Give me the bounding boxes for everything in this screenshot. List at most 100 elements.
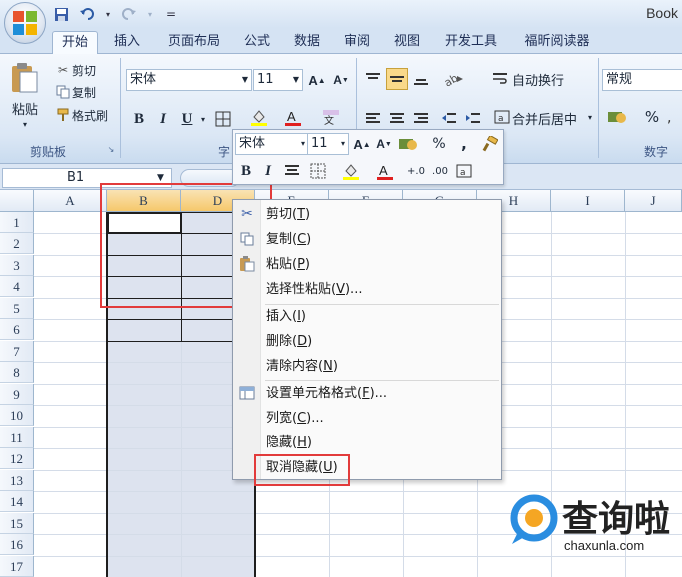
align-middle-icon[interactable] <box>386 68 408 90</box>
align-top-icon[interactable] <box>362 68 384 90</box>
wrap-text-button[interactable]: 自动换行 <box>512 70 564 89</box>
tab-formulas[interactable]: 公式 <box>236 31 278 54</box>
format-painter-button[interactable]: 格式刷 <box>72 106 108 124</box>
percent-button[interactable]: % <box>644 108 660 126</box>
align-right-icon[interactable] <box>410 108 432 130</box>
row-header[interactable]: 6 <box>0 319 34 340</box>
fill-color-icon[interactable] <box>337 160 365 182</box>
align-left-icon[interactable] <box>362 108 384 130</box>
copy-button[interactable]: 复制 <box>72 83 96 101</box>
menu-item-delete[interactable]: 删除(D) <box>266 331 312 353</box>
decrease-decimal-icon[interactable]: .00 <box>429 160 451 182</box>
row-header[interactable]: 8 <box>0 362 34 383</box>
italic-button[interactable]: I <box>152 108 174 130</box>
row-header[interactable]: 7 <box>0 341 34 362</box>
paste-dropdown-icon[interactable]: ▾ <box>16 118 34 130</box>
number-format-combo[interactable]: 常规 <box>602 69 682 91</box>
font-name-combo[interactable]: 宋体 ▼ <box>126 69 252 91</box>
tab-page-layout[interactable]: 页面布局 <box>158 31 230 54</box>
increase-indent-icon[interactable] <box>462 108 484 130</box>
borders-icon[interactable] <box>212 108 234 130</box>
wrap-text-icon[interactable] <box>490 70 510 88</box>
row-header[interactable]: 2 <box>0 233 34 254</box>
font-size-combo[interactable]: 11 ▼ <box>253 69 303 91</box>
merge-dropdown-icon[interactable]: ▾ <box>586 110 594 124</box>
borders-icon[interactable] <box>305 160 331 182</box>
decrease-indent-icon[interactable] <box>438 108 460 130</box>
font-color-icon[interactable]: A <box>371 160 399 182</box>
merge-center-icon[interactable]: a <box>492 108 512 126</box>
cut-button[interactable]: 剪切 <box>72 61 96 79</box>
accounting-format-icon[interactable] <box>604 106 630 128</box>
center-align-icon[interactable] <box>281 160 303 182</box>
menu-item-cut[interactable]: 剪切(T) <box>266 204 310 226</box>
column-header[interactable]: A <box>34 190 107 212</box>
clipboard-launcher-icon[interactable]: ↘ <box>106 143 116 155</box>
row-header[interactable]: 9 <box>0 384 34 405</box>
tab-foxit-reader[interactable]: 福昕阅读器 <box>514 31 600 54</box>
menu-item-format-cells[interactable]: 设置单元格格式(F)... <box>266 383 387 405</box>
paste-button[interactable]: 粘贴 <box>6 99 44 118</box>
align-bottom-icon[interactable] <box>410 68 432 90</box>
shrink-font-icon[interactable]: A ▼ <box>373 133 395 155</box>
cut-icon[interactable]: ✂ <box>54 61 72 79</box>
menu-item-clear-contents[interactable]: 清除内容(N) <box>266 356 338 378</box>
accounting-format-icon[interactable] <box>395 133 421 155</box>
tab-review[interactable]: 审阅 <box>336 31 378 54</box>
row-header[interactable]: 3 <box>0 255 34 276</box>
select-all-corner[interactable] <box>0 190 34 212</box>
format-painter-icon[interactable] <box>54 106 72 124</box>
tab-insert[interactable]: 插入 <box>106 31 148 54</box>
tab-developer[interactable]: 开发工具 <box>436 31 506 54</box>
font-color-icon[interactable]: A <box>282 106 304 128</box>
customize-qat-icon[interactable]: = <box>162 5 180 23</box>
row-header[interactable]: 1 <box>0 212 34 233</box>
underline-dropdown-icon[interactable]: ▾ <box>199 112 207 126</box>
row-header[interactable]: 12 <box>0 448 34 469</box>
mini-italic-button[interactable]: I <box>257 160 279 182</box>
mini-font-size-combo[interactable]: 11 ▾ <box>307 133 349 155</box>
row-header[interactable]: 17 <box>0 556 34 577</box>
save-icon[interactable] <box>52 5 70 23</box>
mini-comma-button[interactable]: , <box>457 133 471 155</box>
bold-button[interactable]: B <box>128 108 150 130</box>
tab-data[interactable]: 数据 <box>286 31 328 54</box>
row-header[interactable]: 16 <box>0 534 34 555</box>
undo-icon[interactable] <box>78 5 96 23</box>
orientation-icon[interactable]: ab <box>440 68 468 90</box>
fill-color-icon[interactable] <box>248 106 270 128</box>
column-header[interactable]: J <box>625 190 682 212</box>
column-header[interactable]: I <box>551 190 625 212</box>
merge-center-icon[interactable]: a <box>453 160 475 182</box>
copy-icon[interactable] <box>54 83 72 101</box>
redo-icon[interactable] <box>120 5 138 23</box>
mini-bold-button[interactable]: B <box>235 160 257 182</box>
menu-item-paste[interactable]: 粘贴(P) <box>266 254 310 276</box>
paste-icon[interactable] <box>6 60 42 96</box>
row-header[interactable]: 10 <box>0 405 34 426</box>
row-header[interactable]: 15 <box>0 513 34 534</box>
grow-font-icon[interactable]: A ▲ <box>306 69 328 91</box>
menu-item-insert[interactable]: 插入(I) <box>266 306 306 328</box>
row-header[interactable]: 4 <box>0 276 34 297</box>
menu-item-copy[interactable]: 复制(C) <box>266 229 311 251</box>
undo-dropdown-icon[interactable]: ▾ <box>104 5 112 23</box>
align-center-icon[interactable] <box>386 108 408 130</box>
menu-item-paste-special[interactable]: 选择性粘贴(V)... <box>266 279 362 301</box>
menu-item-column-width[interactable]: 列宽(C)... <box>266 408 324 430</box>
increase-decimal-icon[interactable]: +.0 <box>405 160 427 182</box>
row-header[interactable]: 13 <box>0 470 34 491</box>
row-header[interactable]: 11 <box>0 427 34 448</box>
menu-item-hide[interactable]: 隐藏(H) <box>266 432 312 454</box>
merge-center-button[interactable]: 合并后居中 <box>512 109 577 128</box>
phonetic-icon[interactable]: 文 <box>318 106 346 128</box>
grow-font-icon[interactable]: A ▲ <box>351 133 373 155</box>
underline-button[interactable]: U <box>176 108 198 130</box>
format-painter-icon[interactable] <box>479 133 501 155</box>
redo-dropdown-icon[interactable]: ▾ <box>146 5 154 23</box>
tab-view[interactable]: 视图 <box>386 31 428 54</box>
office-button[interactable] <box>4 2 46 44</box>
row-header[interactable]: 5 <box>0 298 34 319</box>
tab-home[interactable]: 开始 <box>52 31 98 54</box>
mini-percent-button[interactable]: % <box>431 133 447 155</box>
